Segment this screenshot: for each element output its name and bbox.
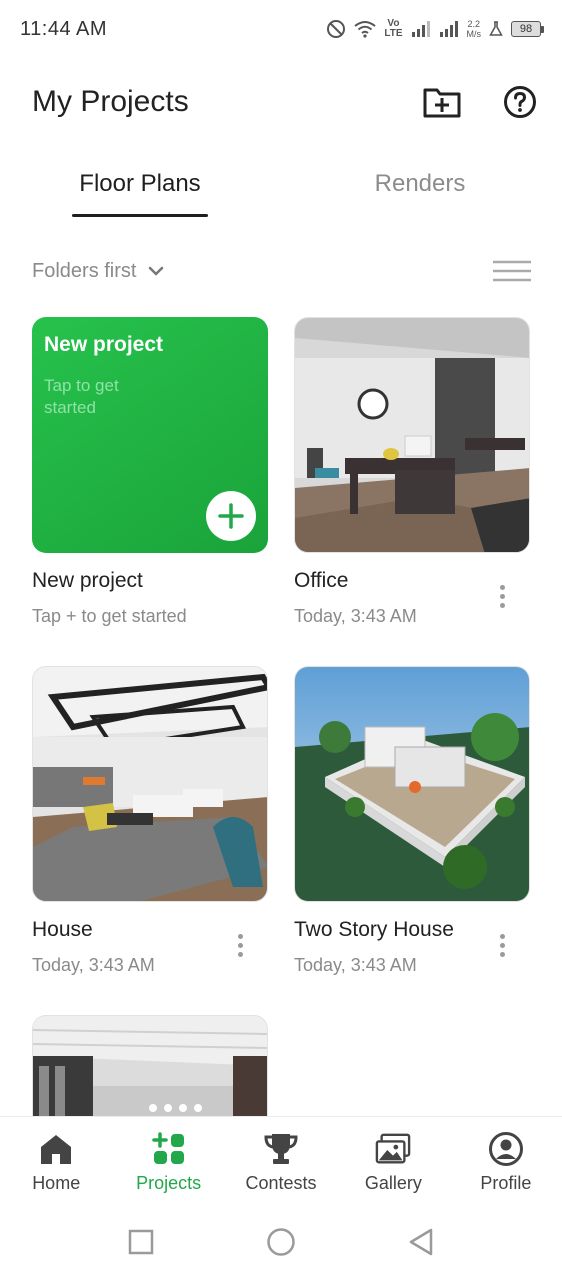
- trophy-icon: [263, 1131, 299, 1167]
- new-project-title: New project: [32, 569, 143, 592]
- gallery-icon: [375, 1131, 411, 1167]
- active-tab-indicator: [72, 214, 208, 217]
- plus-icon: [218, 503, 244, 529]
- project-timestamp: Today, 3:43 AM: [294, 955, 417, 975]
- page-title: My Projects: [32, 85, 189, 118]
- wifi-icon: [354, 20, 376, 38]
- new-project-tile[interactable]: New project Tap to get started: [32, 317, 268, 553]
- back-triangle-icon: [409, 1228, 433, 1256]
- project-timestamp: Today, 3:43 AM: [32, 955, 155, 975]
- back-system-button[interactable]: [401, 1222, 441, 1262]
- tab-renders[interactable]: Renders: [352, 150, 488, 218]
- office-thumbnail[interactable]: [294, 317, 530, 553]
- home-icon: [38, 1131, 74, 1167]
- circle-icon: [267, 1228, 295, 1256]
- system-nav-bar: [0, 1204, 562, 1280]
- two-story-house-thumbnail[interactable]: [294, 666, 530, 902]
- list-view-icon: [493, 260, 531, 282]
- project-title: House: [32, 918, 93, 941]
- square-icon: [128, 1229, 154, 1255]
- new-project-tile-title: New project: [44, 333, 164, 356]
- project-title: Two Story House: [294, 918, 454, 941]
- interior-thumbnail[interactable]: [32, 1015, 268, 1116]
- nav-item-home[interactable]: Home: [0, 1117, 112, 1204]
- flask-icon: [489, 21, 503, 37]
- more-options-button[interactable]: [490, 930, 514, 960]
- more-vertical-icon: [499, 584, 505, 590]
- nav-item-projects[interactable]: Projects: [112, 1117, 224, 1204]
- header-actions: [422, 82, 540, 122]
- office-render-image: [295, 318, 529, 552]
- two-story-house-render-image: [295, 667, 529, 901]
- new-folder-button[interactable]: [422, 82, 462, 122]
- chevron-down-icon: [149, 266, 164, 276]
- sort-label: Folders first: [32, 259, 137, 282]
- status-icons: Vo LTE 2.2 M/s 98: [326, 19, 544, 39]
- tabs: Floor Plans Renders: [0, 150, 562, 220]
- more-vertical-icon: [499, 933, 505, 939]
- new-project-subtitle: Tap + to get started: [32, 606, 187, 626]
- nav-label-projects: Projects: [136, 1173, 202, 1193]
- project-card-partial[interactable]: [32, 1015, 268, 1116]
- interior-render-image: [33, 1016, 267, 1116]
- do-not-disturb-icon: [326, 19, 346, 39]
- project-card-office[interactable]: Office Today, 3:43 AM: [294, 317, 530, 637]
- add-project-button[interactable]: [206, 491, 256, 541]
- project-card-house[interactable]: House Today, 3:43 AM: [32, 666, 268, 986]
- living-room-render-image: [33, 667, 267, 901]
- status-time: 11:44 AM: [20, 17, 108, 40]
- list-view-button[interactable]: [492, 256, 532, 286]
- help-button[interactable]: [500, 82, 540, 122]
- project-title: Office: [294, 569, 349, 592]
- nav-label-gallery: Gallery: [364, 1173, 422, 1193]
- projects-icon: [151, 1131, 187, 1167]
- nav-item-contests[interactable]: Contests: [225, 1117, 337, 1204]
- project-card-two-story-house[interactable]: Two Story House Today, 3:43 AM: [294, 666, 530, 986]
- signal-icon-1: [411, 20, 431, 38]
- more-options-button[interactable]: [228, 930, 252, 960]
- project-timestamp: Today, 3:43 AM: [294, 606, 417, 626]
- more-vertical-icon: [237, 933, 243, 939]
- help-icon: [504, 86, 536, 118]
- tab-floor-plans[interactable]: Floor Plans: [72, 150, 208, 218]
- nav-label-home: Home: [32, 1173, 81, 1193]
- more-options-button[interactable]: [490, 581, 514, 611]
- status-bar: 11:44 AM Vo LTE 2.2 M/s 98: [0, 0, 562, 58]
- sort-dropdown[interactable]: Folders first: [32, 260, 164, 283]
- bottom-nav: Home Projects Contests Gallery Profile: [0, 1116, 562, 1204]
- nav-item-profile[interactable]: Profile: [450, 1117, 562, 1204]
- sort-row: Folders first: [32, 248, 532, 294]
- signal-icon-2: [439, 20, 459, 38]
- battery-level: 98: [519, 23, 533, 35]
- house-thumbnail[interactable]: [32, 666, 268, 902]
- new-project-tile-hint: Tap to get started: [44, 376, 119, 417]
- nav-item-gallery[interactable]: Gallery: [337, 1117, 449, 1204]
- recent-apps-button[interactable]: [121, 1222, 161, 1262]
- profile-icon: [488, 1131, 524, 1167]
- home-system-button[interactable]: [261, 1222, 301, 1262]
- volte-indicator: Vo LTE: [384, 18, 403, 39]
- battery-icon: 98: [511, 21, 544, 37]
- network-speed: 2.2 M/s: [466, 19, 482, 39]
- header: My Projects: [32, 70, 540, 134]
- nav-label-contests: Contests: [245, 1173, 317, 1193]
- nav-label-profile: Profile: [480, 1173, 532, 1193]
- new-project-card[interactable]: New project Tap to get started New proje…: [32, 317, 268, 637]
- folder-plus-icon: [423, 88, 461, 118]
